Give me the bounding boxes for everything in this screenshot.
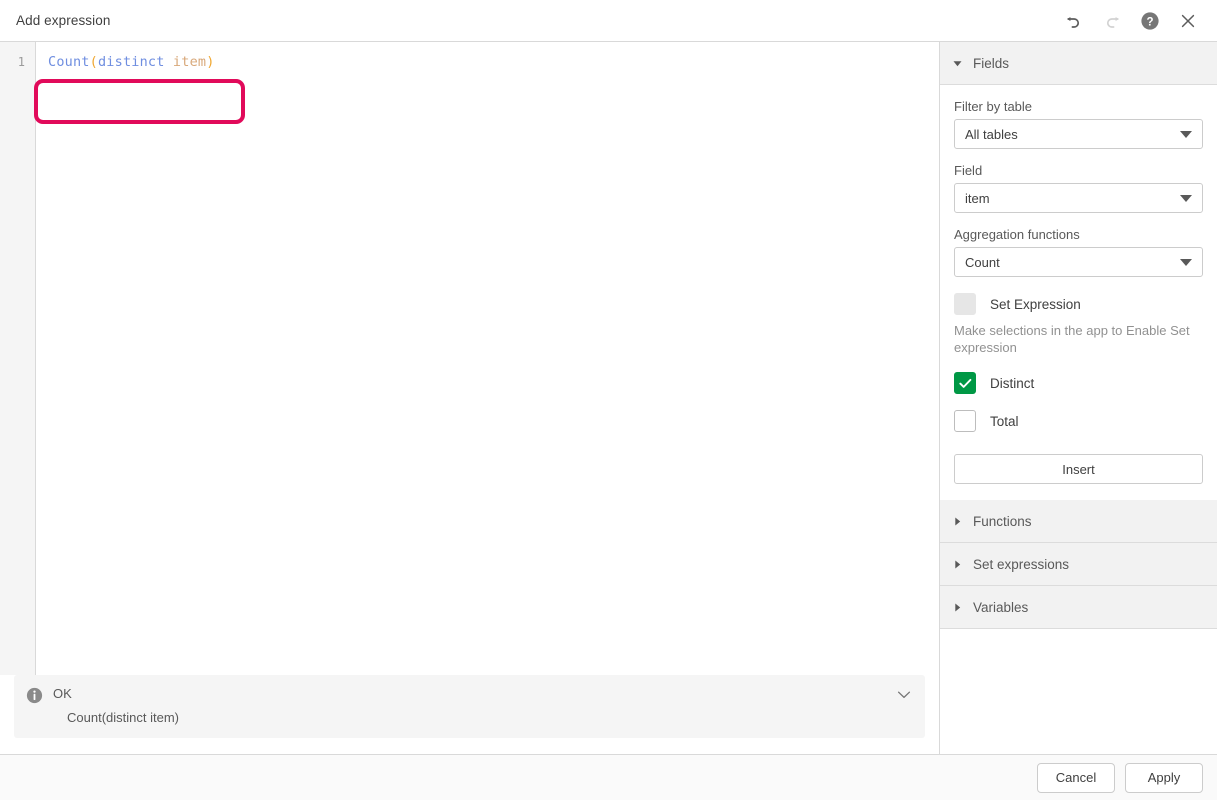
- set-expression-label: Set Expression: [990, 297, 1081, 312]
- close-icon[interactable]: [1175, 8, 1201, 34]
- token-keyword: distinct: [98, 54, 165, 70]
- section-header-variables[interactable]: Variables: [940, 586, 1217, 629]
- expression-editor-pane: 1 Count(distinct item) OK: [0, 42, 940, 755]
- aggregation-functions-label: Aggregation functions: [954, 227, 1203, 242]
- insert-button[interactable]: Insert: [954, 454, 1203, 484]
- total-label: Total: [990, 414, 1019, 429]
- token-space: [165, 54, 173, 70]
- filter-by-table-label: Filter by table: [954, 99, 1203, 114]
- side-panel-filler: [940, 629, 1217, 754]
- caret-right-icon: [952, 602, 963, 613]
- side-panel: Fields Filter by table All tables Field …: [940, 42, 1217, 755]
- validation-title: OK: [53, 685, 913, 702]
- undo-icon[interactable]: [1061, 8, 1087, 34]
- token-function: Count: [48, 54, 90, 70]
- validation-detail: Count(distinct item): [67, 709, 913, 726]
- dialog-header: Add expression ?: [0, 0, 1217, 42]
- set-expression-helper-text: Make selections in the app to Enable Set…: [954, 322, 1203, 356]
- header-toolbar: ?: [1061, 8, 1207, 34]
- caret-right-icon: [952, 559, 963, 570]
- caret-right-icon: [952, 516, 963, 527]
- validation-text: OK Count(distinct item): [53, 685, 913, 726]
- svg-text:?: ?: [1146, 16, 1153, 28]
- field-select[interactable]: item: [954, 183, 1203, 213]
- expression-line[interactable]: Count(distinct item): [48, 52, 939, 72]
- validation-status-bar[interactable]: OK Count(distinct item): [14, 675, 925, 738]
- add-expression-dialog: Add expression ?: [0, 0, 1217, 800]
- section-title-variables: Variables: [973, 600, 1028, 615]
- chevron-down-icon: [1180, 131, 1192, 138]
- filter-by-table-select[interactable]: All tables: [954, 119, 1203, 149]
- expression-editor[interactable]: 1 Count(distinct item): [0, 42, 939, 675]
- section-header-set-expressions[interactable]: Set expressions: [940, 543, 1217, 586]
- help-icon[interactable]: ?: [1137, 8, 1163, 34]
- line-number: 1: [0, 52, 35, 72]
- filter-by-table-value: All tables: [965, 127, 1180, 142]
- fields-section-body: Filter by table All tables Field item Ag…: [940, 85, 1217, 500]
- code-area[interactable]: Count(distinct item): [36, 42, 939, 675]
- field-value: item: [965, 191, 1180, 206]
- redo-icon[interactable]: [1099, 8, 1125, 34]
- field-label: Field: [954, 163, 1203, 178]
- distinct-checkbox[interactable]: [954, 372, 976, 394]
- apply-button[interactable]: Apply: [1125, 763, 1203, 793]
- section-title-set-expressions: Set expressions: [973, 557, 1069, 572]
- dialog-footer: Cancel Apply: [0, 755, 1217, 800]
- token-open-paren: (: [90, 54, 98, 70]
- distinct-row[interactable]: Distinct: [954, 372, 1203, 394]
- editor-gutter: 1: [0, 42, 36, 675]
- aggregation-functions-select[interactable]: Count: [954, 247, 1203, 277]
- cancel-button[interactable]: Cancel: [1037, 763, 1115, 793]
- dialog-body: 1 Count(distinct item) OK: [0, 42, 1217, 755]
- chevron-down-icon: [1180, 195, 1192, 202]
- section-header-functions[interactable]: Functions: [940, 500, 1217, 543]
- total-checkbox[interactable]: [954, 410, 976, 432]
- caret-down-icon: [952, 58, 963, 69]
- total-row[interactable]: Total: [954, 410, 1203, 432]
- chevron-down-icon[interactable]: [897, 687, 911, 705]
- distinct-label: Distinct: [990, 376, 1034, 391]
- section-header-fields[interactable]: Fields: [940, 42, 1217, 85]
- token-close-paren: ): [206, 54, 214, 70]
- dialog-title: Add expression: [16, 13, 110, 28]
- token-field: item: [173, 54, 206, 70]
- aggregation-functions-value: Count: [965, 255, 1180, 270]
- info-icon: [26, 687, 43, 709]
- section-title-fields: Fields: [973, 56, 1009, 71]
- set-expression-checkbox: [954, 293, 976, 315]
- section-title-functions: Functions: [973, 514, 1032, 529]
- chevron-down-icon: [1180, 259, 1192, 266]
- set-expression-row: Set Expression: [954, 293, 1203, 315]
